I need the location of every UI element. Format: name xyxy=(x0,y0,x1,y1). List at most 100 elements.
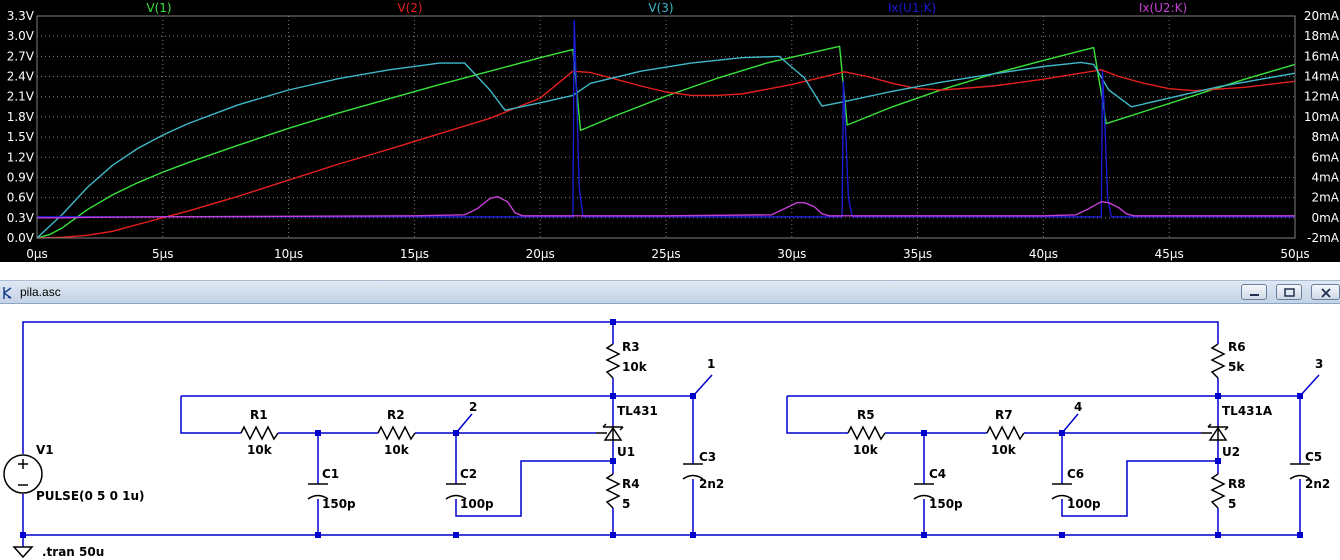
label-r2-value: 10k xyxy=(384,443,410,457)
label-c3: C3 xyxy=(699,450,716,464)
resistor-r3 xyxy=(605,343,621,379)
label-r7: R7 xyxy=(995,408,1013,422)
capacitors[interactable] xyxy=(307,463,1311,500)
y-right-tick-label: -2mA xyxy=(1307,231,1340,245)
label-r2: R2 xyxy=(387,408,405,422)
x-tick-label: 5µs xyxy=(152,247,174,261)
shunt-regulator-u2[interactable] xyxy=(1201,423,1229,441)
shunt-regulator-u1[interactable] xyxy=(596,423,624,441)
ground-symbol[interactable] xyxy=(12,546,34,559)
y-right-tick-label: 18mA xyxy=(1304,29,1340,43)
y-right-tick-label: 14mA xyxy=(1304,70,1340,84)
pane-divider[interactable] xyxy=(0,262,1340,280)
y-left-tick-label: 2.7V xyxy=(7,49,35,63)
label-c2-value: 100p xyxy=(460,497,494,511)
label-net-1: 1 xyxy=(707,357,715,371)
y-right-tick-label: 20mA xyxy=(1304,9,1340,23)
label-v1: V1 xyxy=(36,443,54,457)
label-r4: R4 xyxy=(622,477,640,491)
label-c1-value: 150p xyxy=(322,497,356,511)
schematic-canvas[interactable]: V1 PULSE(0 5 0 1u) R1 10k R2 10k C1 150p… xyxy=(0,304,1340,560)
legend-v2[interactable]: V(2) xyxy=(397,1,422,15)
y-right-tick-label: 6mA xyxy=(1311,150,1339,164)
label-r5: R5 xyxy=(857,408,875,422)
waveform-plot[interactable]: 3.3V 3.0V 2.7V 2.4V 2.1V 1.8V 1.5V 1.2V 0.9V 0.6V… xyxy=(0,0,1340,262)
close-icon xyxy=(1321,288,1331,298)
x-tick-label: 50µs xyxy=(1280,247,1309,261)
legend-v1[interactable]: V(1) xyxy=(146,1,171,15)
y-left-tick-label: 1.8V xyxy=(7,110,35,124)
resistor-r8 xyxy=(1210,473,1226,509)
legend-ix-u2k[interactable]: Ix(U2:K) xyxy=(1139,1,1187,15)
label-r6: R6 xyxy=(1228,340,1246,354)
label-u2-type: TL431A xyxy=(1222,404,1273,418)
legend-v3[interactable]: V(3) xyxy=(648,1,673,15)
left-axis-ticks: 3.3V 3.0V 2.7V 2.4V 2.1V 1.8V 1.5V 1.2V 0.9V 0.6V… xyxy=(7,9,35,245)
restore-icon xyxy=(1284,288,1295,297)
legend-ix-u1k[interactable]: Ix(U1:K) xyxy=(888,1,936,15)
y-left-tick-label: 1.2V xyxy=(7,150,35,164)
x-tick-label: 30µs xyxy=(777,247,806,261)
plot-grid xyxy=(36,15,1296,239)
x-tick-label: 20µs xyxy=(526,247,555,261)
label-c1: C1 xyxy=(322,467,339,481)
junctions xyxy=(20,319,1303,538)
resistor-r4 xyxy=(605,473,621,509)
x-tick-label: 10µs xyxy=(274,247,303,261)
label-r8: R8 xyxy=(1228,477,1246,491)
x-tick-label: 0µs xyxy=(26,247,48,261)
label-c3-value: 2n2 xyxy=(699,477,724,491)
label-r6-value: 5k xyxy=(1228,360,1245,374)
y-left-tick-label: 3.3V xyxy=(7,9,35,23)
label-r4-value: 5 xyxy=(622,497,630,511)
label-c6-value: 100p xyxy=(1067,497,1101,511)
label-net-3: 3 xyxy=(1315,357,1323,371)
y-right-tick-label: 4mA xyxy=(1311,170,1339,184)
trace-v-1 xyxy=(36,45,1296,239)
y-left-tick-label: 0.0V xyxy=(7,231,35,245)
resistor-r5 xyxy=(847,425,886,441)
wires-circuit-1[interactable] xyxy=(22,321,1300,547)
spice-directive-tran[interactable]: .tran 50u xyxy=(42,545,104,559)
y-left-tick-label: 2.4V xyxy=(7,70,35,84)
label-r1-value: 10k xyxy=(247,443,273,457)
x-tick-label: 45µs xyxy=(1155,247,1184,261)
label-c5: C5 xyxy=(1305,450,1322,464)
label-c6: C6 xyxy=(1067,467,1084,481)
minimize-button[interactable] xyxy=(1241,284,1267,300)
label-r7-value: 10k xyxy=(991,443,1017,457)
restore-button[interactable] xyxy=(1276,284,1302,300)
schematic-window[interactable]: pila.asc V1 PULSE(0 5 0 1u) R1 10k R2 10… xyxy=(0,280,1340,560)
resistors[interactable] xyxy=(240,343,1226,509)
label-r8-value: 5 xyxy=(1228,497,1236,511)
x-tick-label: 25µs xyxy=(651,247,680,261)
resistor-r2 xyxy=(377,425,416,441)
window-title: pila.asc xyxy=(20,285,61,299)
y-left-tick-label: 0.6V xyxy=(7,191,35,205)
voltage-source-v1[interactable] xyxy=(3,454,43,494)
x-tick-label: 15µs xyxy=(400,247,429,261)
label-v1-value: PULSE(0 5 0 1u) xyxy=(36,489,144,503)
close-button[interactable] xyxy=(1311,284,1340,300)
y-left-tick-label: 0.3V xyxy=(7,211,35,225)
x-axis-ticks: 0µs 5µs 10µs 15µs 20µs 25µs 30µs 35µs 40µs 45µs 50… xyxy=(26,247,1309,261)
label-u2: U2 xyxy=(1222,445,1240,459)
y-left-tick-label: 1.5V xyxy=(7,130,35,144)
label-c4: C4 xyxy=(929,467,946,481)
right-axis-ticks: 20mA 18mA 16mA 14mA 12mA 10mA 8mA 6mA 4mA 2mA 0mA -… xyxy=(1304,9,1340,245)
resistor-r7 xyxy=(986,425,1025,441)
schematic-file-icon xyxy=(3,287,12,299)
x-tick-label: 40µs xyxy=(1029,247,1058,261)
y-left-tick-label: 3.0V xyxy=(7,29,35,43)
y-right-tick-label: 16mA xyxy=(1304,49,1340,63)
schematic-titlebar[interactable]: pila.asc xyxy=(0,280,1340,304)
resistor-r6 xyxy=(1210,343,1226,379)
minimize-icon xyxy=(1250,294,1259,296)
label-u1: U1 xyxy=(617,445,635,459)
y-right-tick-label: 0mA xyxy=(1311,211,1339,225)
waveform-viewer[interactable]: 3.3V 3.0V 2.7V 2.4V 2.1V 1.8V 1.5V 1.2V 0.9V 0.6V… xyxy=(0,0,1340,262)
y-right-tick-label: 10mA xyxy=(1304,110,1340,124)
label-r5-value: 10k xyxy=(853,443,879,457)
label-u1-type: TL431 xyxy=(617,404,658,418)
label-c2: C2 xyxy=(460,467,477,481)
